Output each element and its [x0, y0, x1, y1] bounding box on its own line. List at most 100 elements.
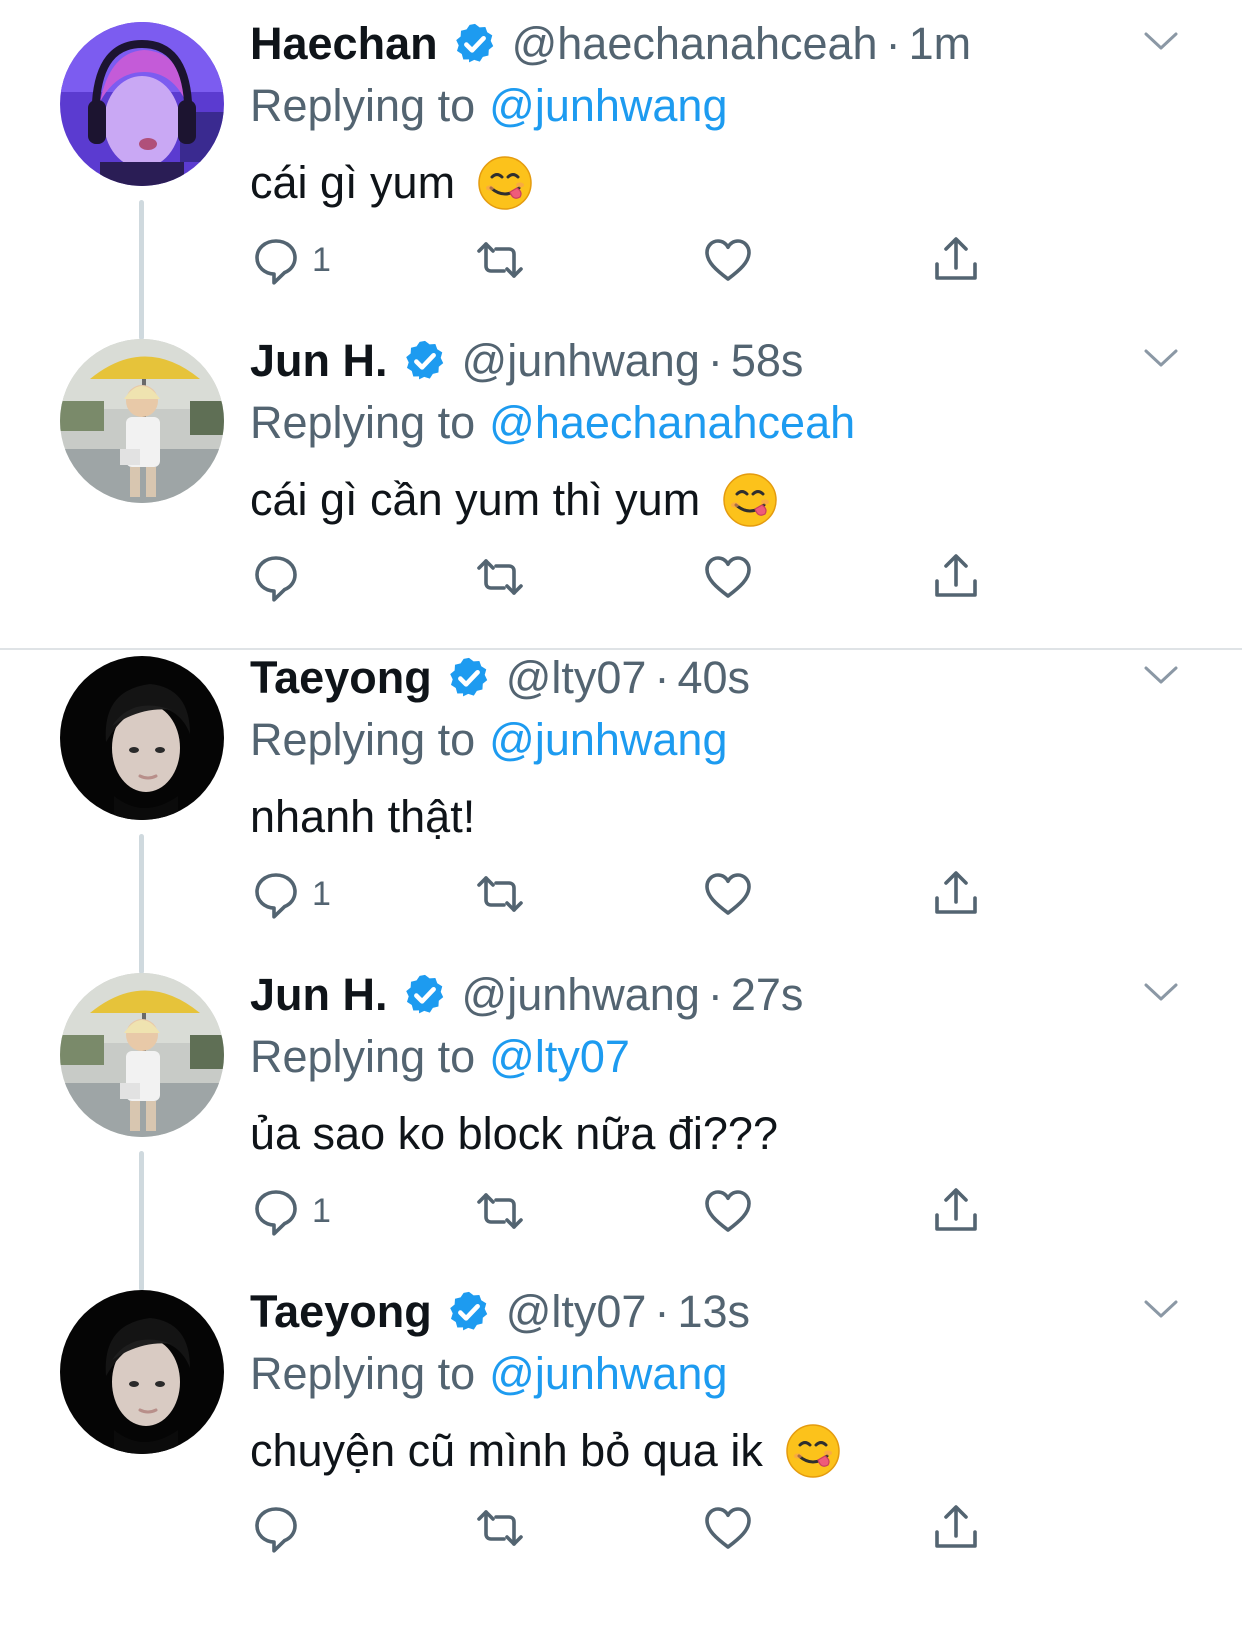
- reply-target-link[interactable]: @junhwang: [489, 1348, 727, 1400]
- tweet-actions: 1: [250, 232, 1010, 288]
- avatar[interactable]: [60, 656, 224, 820]
- share-icon: [930, 868, 982, 920]
- replying-to-label: Replying to: [250, 714, 476, 765]
- share-button[interactable]: [930, 549, 982, 605]
- reply-target-link[interactable]: @haechanahceah: [489, 397, 855, 449]
- tweet-text: nhanh thật!: [250, 784, 475, 850]
- retweet-icon: [474, 1185, 526, 1237]
- retweet-icon: [474, 551, 526, 603]
- tweet-text-content: chuyện cũ mình bỏ qua ik: [250, 1425, 763, 1476]
- reply-button[interactable]: [250, 549, 302, 605]
- tweet[interactable]: Taeyong @lty07 · 13s Replying to @junhwa…: [0, 1268, 1242, 1598]
- timestamp[interactable]: 1m: [909, 18, 972, 70]
- tweet[interactable]: Jun H. @junhwang · 27s Replying to @lty0…: [0, 951, 1242, 1291]
- chevron-down-icon[interactable]: [1140, 977, 1182, 1007]
- timestamp[interactable]: 40s: [677, 652, 750, 704]
- tweet-header: Jun H. @junhwang · 58s: [250, 331, 803, 391]
- heart-icon: [702, 551, 754, 603]
- tweet-text-content: nhanh thật!: [250, 791, 476, 842]
- share-icon: [930, 234, 982, 286]
- separator-dot: ·: [654, 1286, 670, 1337]
- user-handle[interactable]: @lty07: [506, 1286, 647, 1338]
- share-icon: [930, 1502, 982, 1554]
- reply-target-link[interactable]: @lty07: [489, 1031, 630, 1083]
- share-button[interactable]: [930, 1500, 982, 1556]
- reply-icon: [250, 234, 302, 286]
- reply-button[interactable]: 1: [250, 1183, 331, 1239]
- chevron-down-icon[interactable]: [1140, 660, 1182, 690]
- chevron-down-icon[interactable]: [1140, 1294, 1182, 1324]
- avatar[interactable]: [60, 22, 224, 186]
- replying-to: Replying to @lty07: [250, 1027, 630, 1087]
- reply-icon: [250, 1185, 302, 1237]
- tweet-header: Jun H. @junhwang · 27s: [250, 965, 803, 1025]
- display-name[interactable]: Jun H.: [250, 335, 388, 387]
- verified-badge-icon: [402, 338, 448, 384]
- share-button[interactable]: [930, 866, 982, 922]
- verified-badge-icon: [446, 1289, 492, 1335]
- avatar[interactable]: [60, 973, 224, 1137]
- separator-dot: ·: [654, 652, 670, 703]
- tweet-actions: [250, 549, 1010, 605]
- replying-to: Replying to @junhwang: [250, 710, 727, 770]
- user-handle[interactable]: @lty07: [506, 652, 647, 704]
- tweet-text-content: ủa sao ko block nữa đi???: [250, 1108, 778, 1159]
- verified-badge-icon: [452, 21, 498, 67]
- share-button[interactable]: [930, 232, 982, 288]
- share-icon: [930, 551, 982, 603]
- like-button[interactable]: [702, 1500, 754, 1556]
- user-handle[interactable]: @haechanahceah: [512, 18, 878, 70]
- retweet-button[interactable]: [474, 1500, 526, 1556]
- tweet-header: Taeyong @lty07 · 13s: [250, 1282, 750, 1342]
- tweet-actions: [250, 1500, 1010, 1556]
- reply-button[interactable]: 1: [250, 232, 331, 288]
- tweet-actions: 1: [250, 866, 1010, 922]
- retweet-button[interactable]: [474, 232, 526, 288]
- reply-target-link[interactable]: @junhwang: [489, 80, 727, 132]
- timestamp[interactable]: 13s: [677, 1286, 750, 1338]
- like-button[interactable]: [702, 549, 754, 605]
- reply-icon: [250, 551, 302, 603]
- like-button[interactable]: [702, 866, 754, 922]
- reply-count: 1: [312, 874, 331, 913]
- timestamp[interactable]: 58s: [731, 335, 804, 387]
- chevron-down-icon[interactable]: [1140, 343, 1182, 373]
- heart-icon: [702, 868, 754, 920]
- display-name[interactable]: Taeyong: [250, 652, 432, 704]
- yum-face-emoji: [477, 155, 533, 211]
- tweet-text: cái gì yum: [250, 150, 533, 216]
- like-button[interactable]: [702, 1183, 754, 1239]
- share-icon: [930, 1185, 982, 1237]
- avatar[interactable]: [60, 1290, 224, 1454]
- retweet-icon: [474, 1502, 526, 1554]
- replying-to-label: Replying to: [250, 397, 476, 448]
- chevron-down-icon[interactable]: [1140, 26, 1182, 56]
- reply-button[interactable]: [250, 1500, 302, 1556]
- like-button[interactable]: [702, 232, 754, 288]
- timestamp[interactable]: 27s: [731, 969, 804, 1021]
- tweet[interactable]: Taeyong @lty07 · 40s Replying to @junhwa…: [0, 634, 1242, 974]
- tweet[interactable]: Haechan @haechanahceah · 1m Replying to …: [0, 0, 1242, 340]
- retweet-button[interactable]: [474, 1183, 526, 1239]
- replying-to: Replying to @junhwang: [250, 1344, 727, 1404]
- heart-icon: [702, 1502, 754, 1554]
- display-name[interactable]: Haechan: [250, 18, 438, 70]
- retweet-button[interactable]: [474, 549, 526, 605]
- display-name[interactable]: Jun H.: [250, 969, 388, 1021]
- retweet-button[interactable]: [474, 866, 526, 922]
- reply-target-link[interactable]: @junhwang: [489, 714, 727, 766]
- user-handle[interactable]: @junhwang: [462, 969, 700, 1021]
- user-handle[interactable]: @junhwang: [462, 335, 700, 387]
- tweet-header: Taeyong @lty07 · 40s: [250, 648, 750, 708]
- replying-to: Replying to @junhwang: [250, 76, 727, 136]
- tweet-actions: 1: [250, 1183, 1010, 1239]
- avatar[interactable]: [60, 339, 224, 503]
- reply-button[interactable]: 1: [250, 866, 331, 922]
- replying-to-label: Replying to: [250, 1031, 476, 1082]
- tweet-text: cái gì cần yum thì yum: [250, 467, 778, 533]
- yum-face-emoji: [722, 472, 778, 528]
- retweet-icon: [474, 234, 526, 286]
- tweet[interactable]: Jun H. @junhwang · 58s Replying to @haec…: [0, 317, 1242, 647]
- share-button[interactable]: [930, 1183, 982, 1239]
- display-name[interactable]: Taeyong: [250, 1286, 432, 1338]
